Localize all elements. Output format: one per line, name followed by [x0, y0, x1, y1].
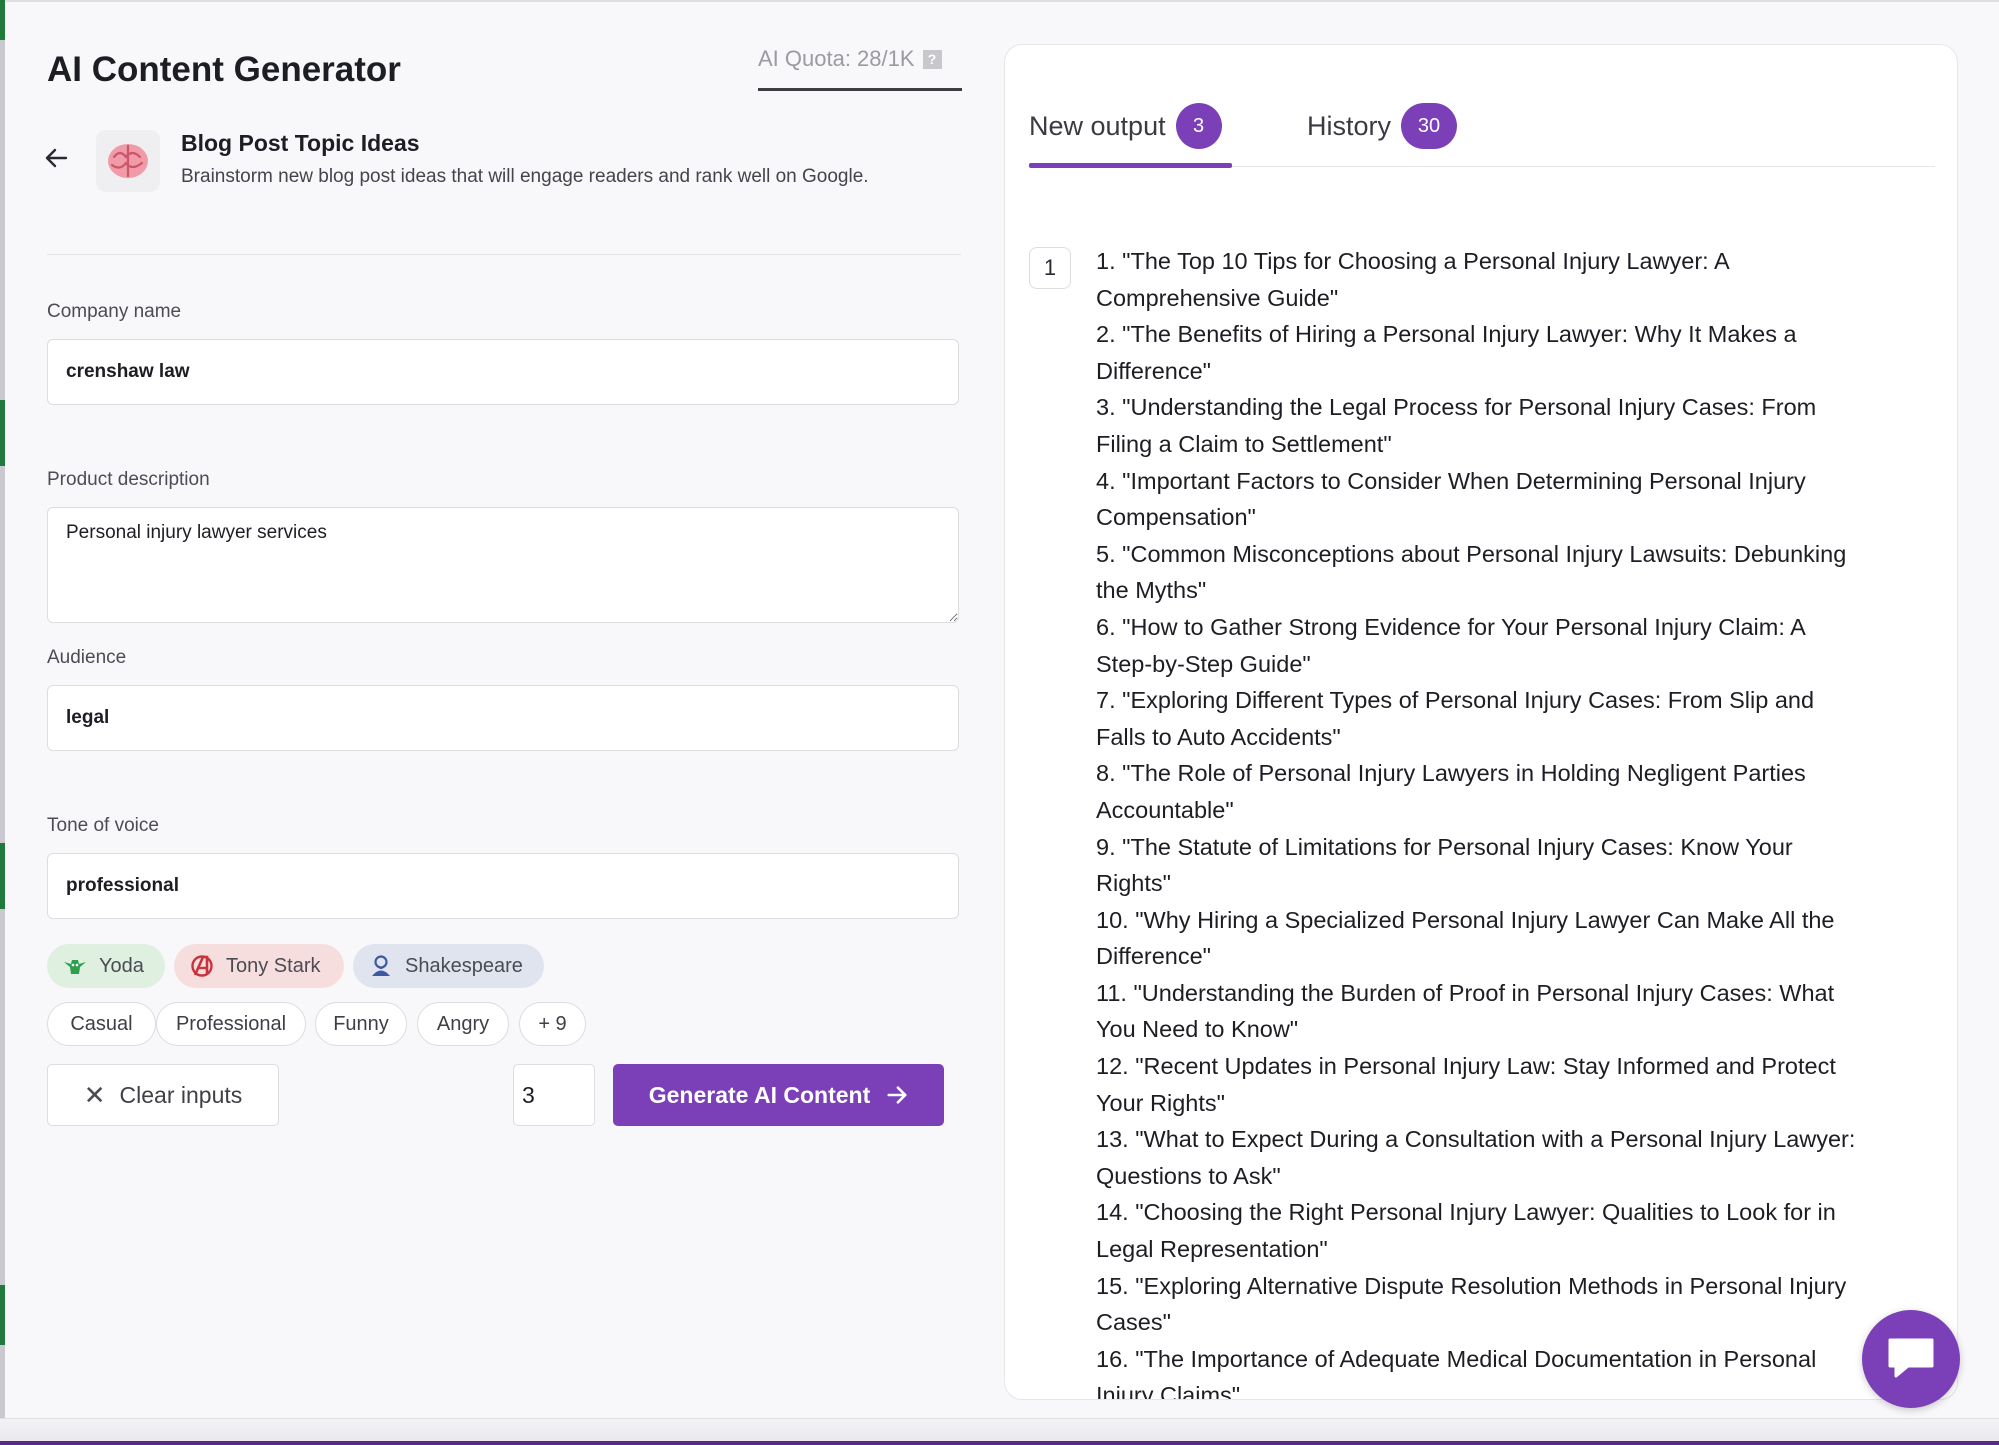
tab-new-output[interactable]: New output 3	[1029, 103, 1222, 149]
persona-chip-shakespeare[interactable]: Shakespeare	[353, 944, 544, 988]
output-item: 14. "Choosing the Right Personal Injury …	[1096, 1199, 1836, 1263]
output-item: 4. "Important Factors to Consider When D…	[1096, 467, 1806, 531]
output-panel: New output 3 History 30 1 1. "The Top 10…	[1004, 44, 1958, 1400]
close-icon: ✕	[83, 1079, 106, 1110]
window-edge	[0, 0, 5, 1444]
page-title: AI Content Generator	[47, 50, 401, 89]
tab-history[interactable]: History 30	[1307, 103, 1458, 149]
bottom-bar	[0, 1418, 1999, 1445]
help-icon[interactable]: ?	[922, 50, 942, 69]
avengers-icon	[190, 954, 214, 978]
output-item: 7. "Exploring Different Types of Persona…	[1096, 687, 1815, 750]
active-tab-indicator	[1029, 163, 1232, 168]
tone-chip-angry[interactable]: Angry	[417, 1002, 509, 1046]
tool-title: Blog Post Topic Ideas	[181, 130, 420, 156]
tool-description: Brainstorm new blog post ideas that will…	[181, 166, 869, 187]
audience-input[interactable]	[47, 685, 959, 751]
output-item: 13. "What to Expect During a Consultatio…	[1096, 1126, 1856, 1189]
output-item: 6. "How to Gather Strong Evidence for Yo…	[1096, 613, 1805, 677]
output-count-input[interactable]	[513, 1064, 595, 1126]
tone-chip-more[interactable]: + 9	[519, 1002, 586, 1046]
persona-chip-label: Shakespeare	[405, 954, 523, 977]
clear-inputs-label: Clear inputs	[119, 1081, 243, 1108]
output-item: 16. "The Importance of Adequate Medical …	[1096, 1345, 1817, 1400]
ai-quota[interactable]: AI Quota: 28/1K?	[758, 46, 962, 91]
tone-of-voice-label: Tone of voice	[47, 815, 159, 836]
chat-button[interactable]	[1862, 1310, 1960, 1408]
product-description-input[interactable]: Personal injury lawyer services	[47, 507, 959, 623]
product-description-label: Product description	[47, 469, 210, 490]
top-border	[0, 0, 1999, 2]
arrow-right-icon	[886, 1084, 908, 1106]
generate-content-button[interactable]: Generate AI Content	[613, 1064, 944, 1126]
output-list: 1. "The Top 10 Tips for Choosing a Perso…	[1096, 243, 1866, 1400]
company-name-label: Company name	[47, 301, 182, 322]
output-item: 9. "The Statute of Limitations for Perso…	[1096, 833, 1793, 897]
output-item: 10. "Why Hiring a Specialized Personal I…	[1096, 906, 1835, 970]
output-item: 12. "Recent Updates in Personal Injury L…	[1096, 1053, 1836, 1116]
output-item: 1. "The Top 10 Tips for Choosing a Perso…	[1096, 248, 1729, 311]
ai-quota-text: AI Quota: 28/1K	[758, 46, 915, 71]
divider	[47, 254, 961, 255]
writer-icon	[369, 954, 393, 978]
clear-inputs-button[interactable]: ✕ Clear inputs	[47, 1064, 279, 1126]
persona-chip-tony-stark[interactable]: Tony Stark	[174, 944, 344, 988]
count-badge: 3	[1175, 103, 1222, 149]
output-item: 15. "Exploring Alternative Dispute Resol…	[1096, 1272, 1847, 1336]
output-item: 11. "Understanding the Burden of Proof i…	[1096, 979, 1835, 1043]
tab-label: History	[1307, 110, 1392, 141]
tone-chip-professional[interactable]: Professional	[156, 1002, 306, 1046]
back-arrow-icon[interactable]	[44, 146, 68, 170]
persona-chip-yoda[interactable]: Yoda	[47, 944, 165, 988]
tone-chip-funny[interactable]: Funny	[315, 1002, 407, 1046]
yoda-icon	[63, 954, 87, 978]
audience-label: Audience	[47, 647, 127, 668]
persona-chip-label: Tony Stark	[226, 954, 321, 977]
result-number: 1	[1029, 247, 1071, 289]
generate-content-label: Generate AI Content	[648, 1081, 871, 1108]
tone-of-voice-input[interactable]	[47, 853, 959, 919]
count-badge: 30	[1401, 103, 1458, 149]
output-item: 3. "Understanding the Legal Process for …	[1096, 394, 1817, 457]
company-name-input[interactable]	[47, 339, 959, 405]
tab-label: New output	[1029, 110, 1166, 141]
persona-chip-label: Yoda	[99, 954, 144, 977]
brain-icon	[96, 130, 160, 192]
output-item: 5. "Common Misconceptions about Personal…	[1096, 540, 1847, 604]
chat-icon	[1886, 1334, 1936, 1385]
output-item: 2. "The Benefits of Hiring a Personal In…	[1096, 321, 1797, 384]
tone-chip-casual[interactable]: Casual	[47, 1002, 156, 1046]
output-item: 8. "The Role of Personal Injury Lawyers …	[1096, 760, 1806, 823]
